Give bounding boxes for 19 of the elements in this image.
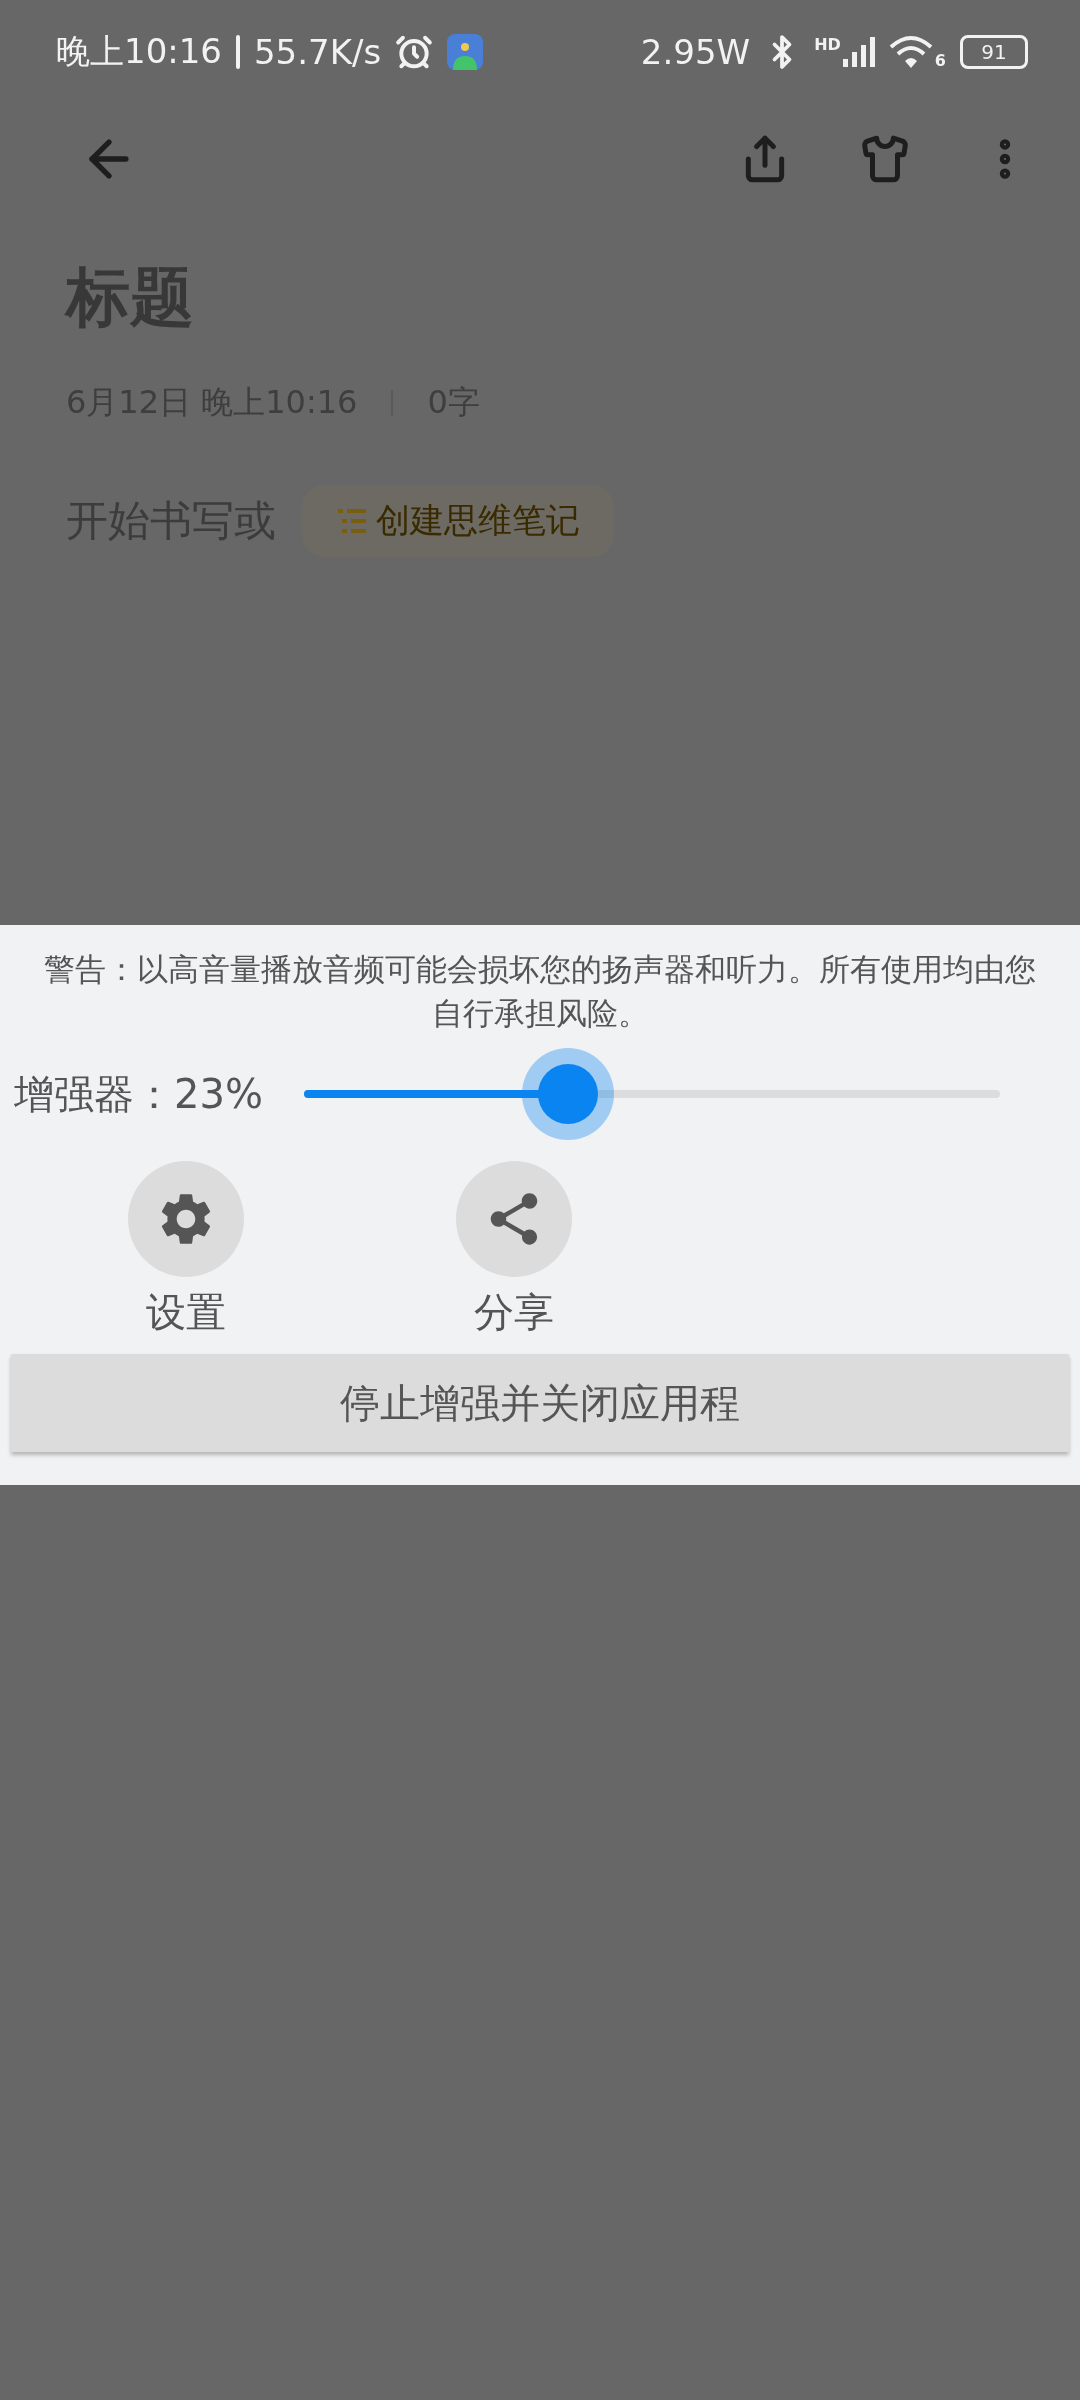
booster-slider[interactable]	[304, 1048, 1000, 1140]
network-speed: 55.7K/s	[254, 32, 382, 72]
mind-note-button[interactable]: 创建思维笔记	[302, 485, 614, 557]
list-icon	[338, 508, 366, 534]
wifi-icon	[888, 35, 933, 69]
power-reading: 2.95W	[640, 32, 751, 72]
signal-icon	[842, 37, 875, 67]
shirt-icon[interactable]	[860, 134, 910, 184]
app-icon	[447, 34, 484, 70]
signal-label: HD	[814, 37, 841, 53]
status-time: 晚上10:16	[56, 30, 222, 73]
wifi-label: 6	[934, 53, 946, 69]
alarm-icon	[395, 33, 434, 71]
battery-indicator: 91	[960, 35, 1028, 69]
warning-text: 警告：以高音量播放音频可能会损坏您的扬声器和听力。所有使用均由您自行承担风险。	[43, 950, 1037, 1033]
action-label: 分享	[474, 1288, 554, 1337]
action-label: 设置	[146, 1288, 226, 1337]
stop-button[interactable]: 停止增强并关闭应用程	[11, 1354, 1069, 1452]
booster-label: 增强器：23%	[13, 1069, 264, 1119]
